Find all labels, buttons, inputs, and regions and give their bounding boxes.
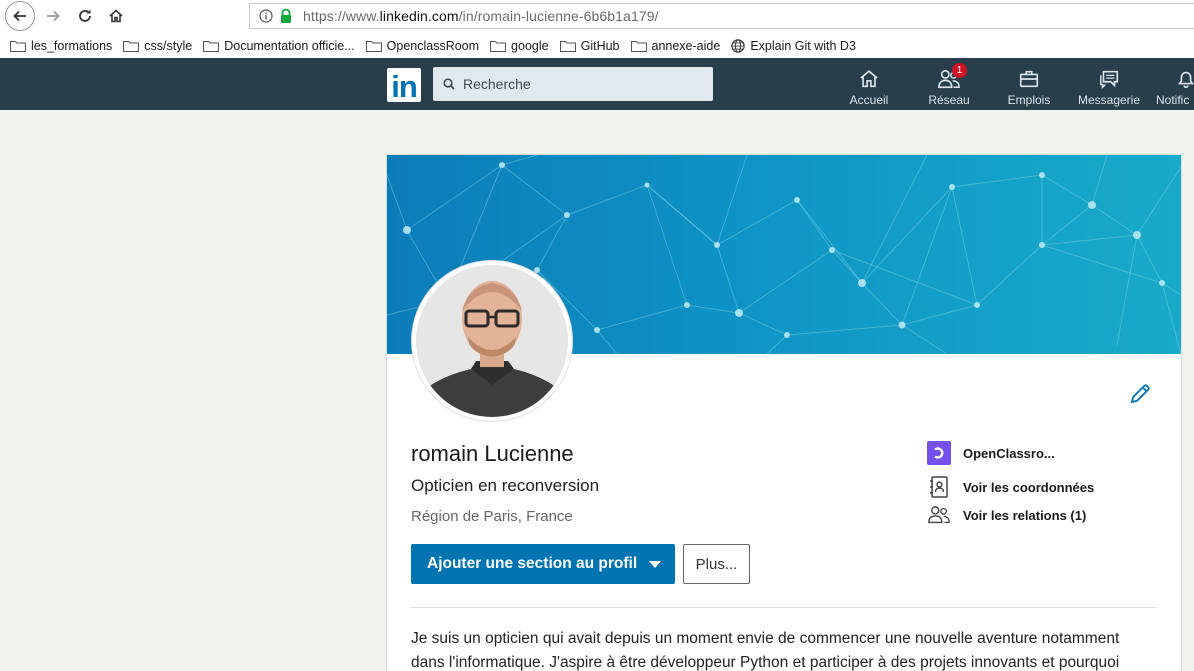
bookmark-css-style[interactable]: css/style xyxy=(123,39,192,53)
nav-item-label: Messagerie xyxy=(1077,93,1141,107)
bookmark-label: les_formations xyxy=(31,38,113,53)
folder-icon xyxy=(630,40,647,52)
add-profile-section-button[interactable]: Ajouter une section au profil xyxy=(411,544,675,584)
pencil-icon xyxy=(1130,384,1150,404)
more-button[interactable]: Plus... xyxy=(683,544,750,584)
search-box[interactable] xyxy=(433,67,713,101)
bookmark-google[interactable]: google xyxy=(490,39,549,53)
nav-item-messagerie[interactable]: Messagerie xyxy=(1069,66,1149,110)
profile-photo-image xyxy=(416,265,568,417)
more-button-label: Plus... xyxy=(695,555,738,573)
profile-location: Région de Paris, France xyxy=(411,508,573,525)
home-button[interactable] xyxy=(103,4,129,28)
bookmark-annexe-aide[interactable]: annexe-aide xyxy=(630,38,721,53)
address-bar[interactable]: https://www.linkedin.com/in/romain-lucie… xyxy=(249,3,1194,29)
caret-down-icon xyxy=(649,561,661,568)
bookmark-label: Documentation officie... xyxy=(224,38,355,53)
bookmark-documentation[interactable]: Documentation officie... xyxy=(203,38,355,53)
url-prefix: https://www. xyxy=(303,8,380,24)
bookmark-github[interactable]: GitHub xyxy=(559,38,620,53)
search-icon xyxy=(443,78,455,90)
openclassrooms-logo-icon xyxy=(927,441,951,465)
contact-card-icon xyxy=(927,475,951,499)
folder-icon xyxy=(559,40,576,52)
bookmark-label: css/style xyxy=(144,38,193,53)
briefcase-icon xyxy=(1019,70,1039,88)
profile-summary: Je suis un opticien qui avait depuis un … xyxy=(411,630,1120,671)
info-icon[interactable] xyxy=(259,9,273,23)
url-host: linkedin.com xyxy=(379,8,459,24)
connections-label: Voir les relations (1) xyxy=(963,507,1087,523)
nav-item-reseau[interactable]: 1 Réseau xyxy=(909,63,989,110)
nav-item-label: Emplois xyxy=(1007,93,1051,107)
notification-badge: 1 xyxy=(952,63,967,78)
bookmark-explain-git[interactable]: Explain Git with D3 xyxy=(731,39,856,53)
back-button[interactable] xyxy=(5,1,35,31)
bookmark-openclassroom[interactable]: OpenclassRoom xyxy=(365,38,480,53)
search-input[interactable] xyxy=(463,76,693,92)
folder-icon xyxy=(10,40,26,52)
profile-photo[interactable] xyxy=(412,261,572,421)
linkedin-navbar: in Accueil 1 Réseau Emplois Messagerie N… xyxy=(0,58,1194,110)
bookmark-les-formations[interactable]: les_formations xyxy=(10,39,112,53)
nav-item-label: Accueil xyxy=(849,93,889,107)
forward-button[interactable] xyxy=(40,4,66,28)
bookmark-label: Explain Git with D3 xyxy=(750,38,856,53)
arrow-right-icon xyxy=(47,10,60,22)
folder-icon xyxy=(203,40,220,52)
folder-icon xyxy=(490,40,507,52)
profile-name: romain Lucienne xyxy=(411,441,574,466)
bell-icon xyxy=(1178,71,1194,89)
bookmarks-bar: les_formations css/style Documentation o… xyxy=(0,33,1194,58)
people-icon xyxy=(927,503,951,527)
bookmark-label: annexe-aide xyxy=(651,38,721,53)
connections-link[interactable]: Voir les relations (1) xyxy=(927,503,1086,527)
messages-icon xyxy=(1100,70,1119,90)
contact-info-link[interactable]: Voir les coordonnées xyxy=(927,475,1094,499)
reload-icon xyxy=(79,9,91,22)
add-profile-section-label: Ajouter une section au profil xyxy=(427,555,638,572)
url-text: https://www.linkedin.com/in/romain-lucie… xyxy=(303,8,659,24)
globe-icon xyxy=(731,38,746,53)
lock-icon xyxy=(281,8,291,23)
nav-item-accueil[interactable]: Accueil xyxy=(829,66,909,110)
home-icon xyxy=(860,70,878,88)
url-path: /in/romain-lucienne-6b6b1a179/ xyxy=(458,8,659,24)
school-link-label: OpenClassro... xyxy=(963,445,1055,461)
edit-profile-button[interactable] xyxy=(1128,382,1152,406)
nav-item-emplois[interactable]: Emplois xyxy=(989,66,1069,110)
bookmark-label: OpenclassRoom xyxy=(386,38,480,53)
nav-item-label: Réseau xyxy=(928,93,970,107)
profile-card: romain Lucienne Opticien en reconversion… xyxy=(386,154,1182,671)
folder-icon xyxy=(123,40,140,52)
browser-toolbar: https://www.linkedin.com/in/romain-lucie… xyxy=(0,0,1194,33)
linkedin-logo[interactable]: in xyxy=(387,68,421,102)
nav-item-notifications[interactable]: Notific xyxy=(1149,66,1194,110)
arrow-left-icon xyxy=(13,10,26,22)
bookmark-label: google xyxy=(511,38,549,53)
home-icon xyxy=(109,9,123,23)
school-link[interactable]: OpenClassro... xyxy=(927,441,1055,465)
logo-text: in xyxy=(391,69,418,104)
profile-headline: Opticien en reconversion xyxy=(411,476,600,495)
bookmark-label: GitHub xyxy=(580,38,620,53)
folder-icon xyxy=(365,40,382,52)
reload-button[interactable] xyxy=(72,4,98,28)
contact-info-label: Voir les coordonnées xyxy=(963,479,1095,495)
divider xyxy=(411,607,1156,608)
nav-item-label: Notific xyxy=(1156,93,1190,107)
